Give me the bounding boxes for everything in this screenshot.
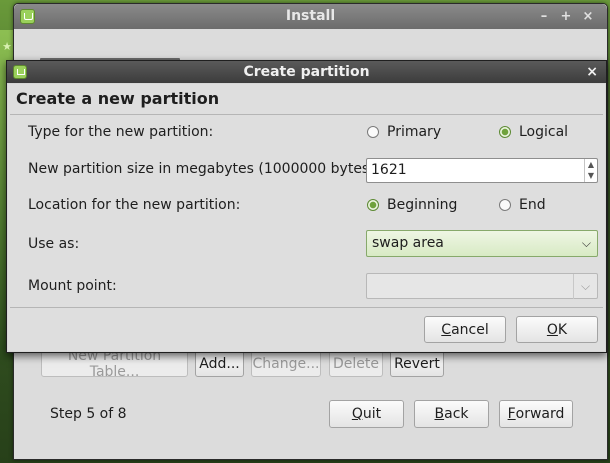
install-window-title: Install xyxy=(285,8,336,24)
radio-logical-label: Logical xyxy=(519,124,569,140)
radio-end[interactable]: End xyxy=(499,195,546,215)
mount-point-dropdown[interactable]: ⌵ xyxy=(366,273,598,299)
divider xyxy=(10,307,603,308)
spin-down-icon[interactable]: ▼ xyxy=(585,170,597,181)
use-as-dropdown[interactable]: swap area ⌵ xyxy=(366,230,598,257)
radio-primary-indicator xyxy=(367,126,379,138)
radio-end-indicator xyxy=(499,199,511,211)
quit-mnemonic: Q xyxy=(351,406,363,422)
use-as-value: swap area xyxy=(372,235,444,251)
dialog-title: Create partition xyxy=(243,64,370,80)
partition-type-label: Type for the new partition: xyxy=(28,124,214,140)
dialog-body: Create a new partition Type for the new … xyxy=(8,84,605,351)
dialog-titlebar: Create partition × xyxy=(7,61,606,83)
minimize-icon[interactable]: – xyxy=(533,4,555,29)
quit-label: uit xyxy=(362,406,382,422)
radio-logical-indicator xyxy=(499,126,511,138)
partition-location-label: Location for the new partition: xyxy=(28,197,241,213)
step-indicator: Step 5 of 8 xyxy=(50,406,127,422)
forward-mnemonic: F xyxy=(507,406,516,422)
create-partition-dialog: Create partition × Create a new partitio… xyxy=(6,60,607,353)
radio-beginning-indicator xyxy=(367,199,379,211)
radio-primary[interactable]: Primary xyxy=(367,122,441,142)
install-titlebar: Install – + × xyxy=(14,4,607,29)
ok-button[interactable]: OK xyxy=(516,316,598,343)
mount-point-label: Mount point: xyxy=(28,278,117,294)
cancel-button[interactable]: Cancel xyxy=(424,316,506,343)
radio-logical[interactable]: Logical xyxy=(499,122,568,142)
chevron-down-icon: ⌵ xyxy=(573,274,597,299)
close-icon[interactable]: × xyxy=(586,61,598,83)
new-partition-table-button[interactable]: New Partition Table... xyxy=(41,348,188,380)
delete-partition-button[interactable]: Delete xyxy=(329,350,383,377)
star-icon: ★ xyxy=(2,40,12,53)
partition-size-value: 1621 xyxy=(371,162,407,178)
change-partition-button[interactable]: Change... xyxy=(251,350,321,377)
quit-button[interactable]: Quit xyxy=(329,400,404,428)
revert-button[interactable]: Revert xyxy=(390,350,444,377)
forward-button[interactable]: Forward xyxy=(499,400,573,428)
radio-beginning-label: Beginning xyxy=(387,197,458,213)
use-as-label: Use as: xyxy=(28,236,80,252)
ok-label: K xyxy=(557,321,568,338)
cancel-label: ancel xyxy=(451,321,489,338)
partition-size-spinbox[interactable]: 1621 ▲ ▼ xyxy=(366,158,598,183)
close-icon[interactable]: × xyxy=(577,4,599,29)
chevron-down-icon: ⌵ xyxy=(581,236,591,250)
back-mnemonic: B xyxy=(434,406,445,422)
add-partition-button[interactable]: Add... xyxy=(195,350,244,377)
divider xyxy=(10,114,603,115)
radio-beginning[interactable]: Beginning xyxy=(367,195,457,215)
cancel-mnemonic: C xyxy=(441,321,452,338)
spin-arrows[interactable]: ▲ ▼ xyxy=(584,159,597,182)
back-label: ack xyxy=(444,406,469,422)
ok-mnemonic: O xyxy=(546,321,558,338)
maximize-icon[interactable]: + xyxy=(555,4,577,29)
radio-end-label: End xyxy=(519,197,546,213)
forward-label: orward xyxy=(515,406,565,422)
spin-up-icon[interactable]: ▲ xyxy=(585,159,597,170)
partition-size-label: New partition size in megabytes (1000000… xyxy=(28,161,380,177)
dialog-heading: Create a new partition xyxy=(16,89,220,108)
radio-primary-label: Primary xyxy=(387,124,442,140)
back-button[interactable]: Back xyxy=(414,400,489,428)
window-controls: – + × xyxy=(533,4,599,29)
